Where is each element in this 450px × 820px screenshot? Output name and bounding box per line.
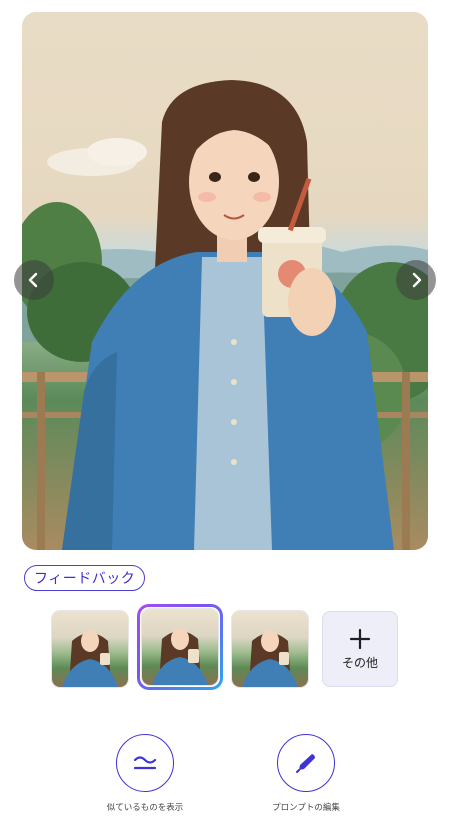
thumbnail-1[interactable] [52,611,128,687]
thumbnail-image [152,628,208,685]
more-options-button[interactable]: その他 [322,611,398,687]
thumbnail-3[interactable] [232,611,308,687]
edit-prompt-label: プロンプトの編集 [272,803,340,813]
edit-prompt-button[interactable] [277,734,335,792]
previous-image-button[interactable] [14,260,54,300]
thumbnail-image [62,630,118,687]
feedback-label: フィードバック [34,571,136,587]
plus-icon [349,628,371,649]
show-similar-label: 似ているものを表示 [106,803,184,813]
pen-icon [296,754,315,773]
thumbnail-image [242,630,298,687]
thumbnail-2-selected[interactable] [142,609,218,685]
generated-image[interactable] [22,12,428,550]
feedback-button[interactable]: フィードバック [24,565,146,591]
more-options-label: その他 [341,655,378,670]
chevron-right-icon [412,272,422,288]
approx-equal-icon [133,756,157,770]
chevron-left-icon [28,272,38,288]
next-image-button[interactable] [396,260,436,300]
show-similar-button[interactable] [116,734,174,792]
